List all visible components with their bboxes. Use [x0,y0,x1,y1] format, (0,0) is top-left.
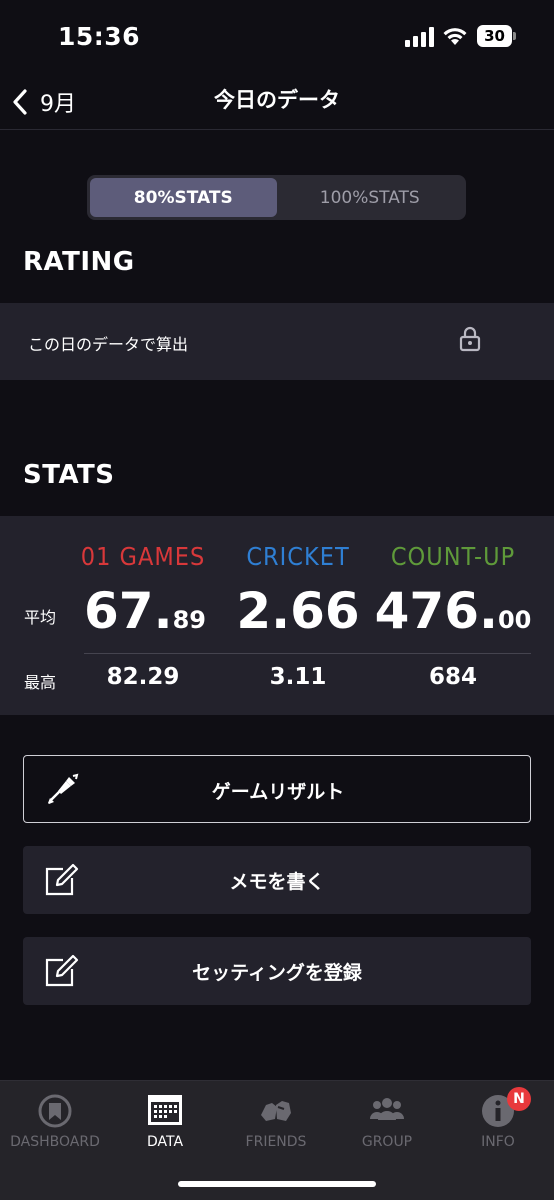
tab-dashboard-label: DASHBOARD [10,1134,100,1150]
cellular-signal-icon [405,27,434,47]
max-label: 最高 [24,673,57,692]
tab-info-label: INFO [481,1134,515,1150]
nav-bar: 9月 今日のデータ [0,76,554,130]
max-count-up: 684 [428,664,477,690]
tab-friends-label: FRIENDS [245,1134,307,1150]
wifi-icon [443,28,467,45]
tab-group-label: GROUP [361,1134,413,1150]
tab-dashboard[interactable]: DASHBOARD [0,1081,110,1161]
stats-heading: STATS [23,460,115,490]
game-result-label: ゲームリザルト [211,781,345,803]
column-count-up: COUNT-UP [390,542,516,571]
rating-heading: RATING [23,247,135,277]
stats-divider [84,653,531,654]
tab-friends[interactable]: FRIENDS [221,1081,331,1161]
avg-label: 平均 [24,608,57,627]
segment-100-stats[interactable]: 100%STATS [277,178,464,217]
tab-group[interactable]: GROUP [332,1081,442,1161]
home-indicator [178,1181,376,1187]
game-result-button[interactable]: ゲームリザルト [23,755,531,823]
status-bar: 15:36 30 [0,0,554,76]
register-setting-button[interactable]: セッティングを登録 [23,937,531,1005]
register-setting-label: セッティングを登録 [192,962,362,984]
rating-description: この日のデータで算出 [28,335,189,354]
stats-mode-segment: 80%STATS 100%STATS [87,175,466,220]
max-01-games: 82.29 [106,664,180,690]
write-memo-button[interactable]: メモを書く [23,846,531,914]
battery-icon: 30 [477,25,517,47]
avg-count-up: 476.00 [374,582,532,640]
avg-01-games: 67.89 [84,582,206,640]
battery-level: 30 [477,25,512,47]
group-icon [370,1098,404,1120]
column-01-games: 01 GAMES [80,542,206,571]
friends-icon [261,1101,291,1121]
info-badge: N [507,1087,531,1111]
max-cricket: 3.11 [269,664,327,690]
dashboard-icon [38,1094,72,1128]
column-cricket: CRICKET [246,542,350,571]
avg-cricket: 2.66 [236,582,360,640]
lock-icon [459,326,481,352]
segment-80-stats[interactable]: 80%STATS [90,178,277,217]
tab-info[interactable]: N INFO [443,1081,553,1161]
status-time: 15:36 [58,22,141,51]
tab-data[interactable]: DATA [110,1081,220,1161]
calendar-icon [148,1095,182,1125]
write-memo-label: メモを書く [229,871,325,893]
tab-data-label: DATA [146,1134,184,1150]
page-title: 今日のデータ [214,88,340,112]
stats-panel: 01 GAMES CRICKET COUNT-UP 平均 最高 67.89 2.… [0,516,554,715]
